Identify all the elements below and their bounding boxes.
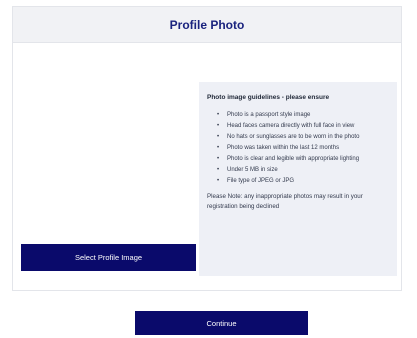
photo-guidelines-panel: Photo image guidelines - please ensure •…	[199, 82, 397, 276]
bullet-icon: •	[217, 112, 220, 118]
bullet-icon: •	[217, 167, 220, 173]
continue-button[interactable]: Continue	[135, 311, 308, 335]
bullet-icon: •	[217, 145, 220, 151]
guideline-item: • No hats or sunglasses are to be worn in…	[217, 133, 389, 142]
card-header: Profile Photo	[13, 7, 401, 43]
guideline-item: • Photo was taken within the last 12 mont…	[217, 144, 389, 153]
guideline-item: • Under 5 MB in size	[217, 166, 389, 175]
bullet-icon: •	[217, 134, 220, 140]
guidelines-title: Photo image guidelines - please ensure	[207, 94, 330, 101]
guideline-item: • Photo is a passport style image	[217, 111, 389, 120]
guidelines-note: Please Note: any inappropriate photos ma…	[207, 193, 363, 210]
guideline-text: Photo was taken within the last 12 month…	[227, 145, 340, 151]
guideline-text: Head faces camera directly with full fac…	[227, 123, 355, 129]
guideline-text: Photo is a passport style image	[227, 112, 311, 118]
page-title: Profile Photo	[169, 17, 245, 32]
guideline-text: No hats or sunglasses are to be worn in …	[227, 134, 360, 140]
guideline-text: File type of JPEG or JPG	[227, 178, 295, 184]
guidelines-list: • Photo is a passport style image • Head f…	[207, 111, 389, 186]
profile-photo-card: Profile Photo Select Profile Image Photo…	[12, 6, 402, 291]
bullet-icon: •	[217, 178, 220, 184]
guideline-item: • Head faces camera directly with full fa…	[217, 122, 389, 131]
guideline-text: Photo is clear and legible with appropri…	[227, 156, 360, 162]
bullet-icon: •	[217, 156, 220, 162]
guideline-item: • File type of JPEG or JPG	[217, 177, 389, 186]
select-profile-image-button[interactable]: Select Profile Image	[21, 244, 196, 271]
guideline-text: Under 5 MB in size	[227, 167, 278, 173]
bullet-icon: •	[217, 123, 220, 129]
guideline-item: • Photo is clear and legible with appropr…	[217, 155, 389, 164]
